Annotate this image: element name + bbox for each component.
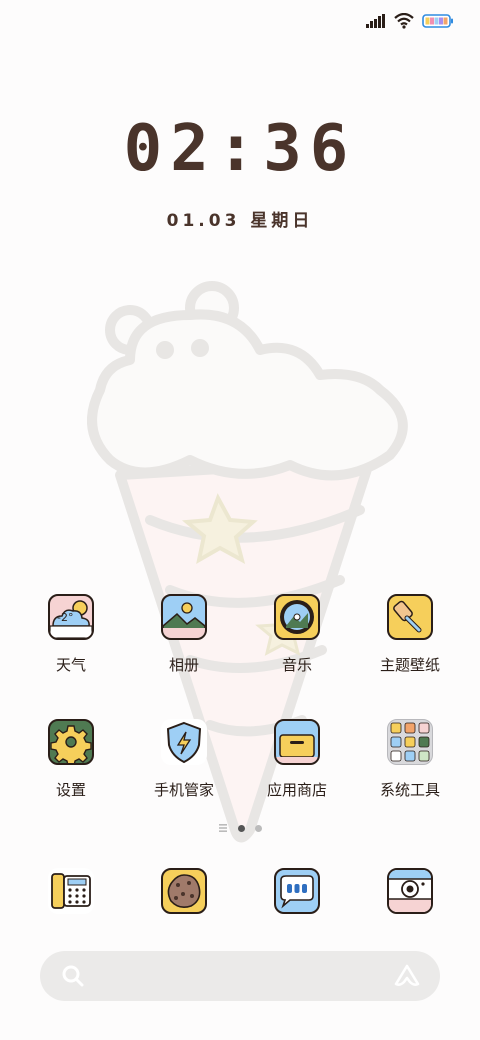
app-label: 应用商店 [266,781,327,799]
wallpaper-ice-cream-illustration [87,281,408,843]
messages-icon[interactable] [274,868,320,914]
app-store-icon [274,719,320,765]
app-theme-wallpaper[interactable]: 主题壁纸 [355,594,465,675]
app-music[interactable]: 音乐 [242,594,352,675]
wifi-icon [394,13,414,29]
status-bar [366,10,454,32]
app-label: 相册 [168,656,199,674]
page-dot [255,824,262,832]
music-icon [274,594,320,640]
app-label: 系统工具 [379,781,440,799]
security-shield-icon [161,719,207,765]
settings-gear-icon [48,719,94,765]
weather-temperature: -2° [57,611,74,624]
camera-icon[interactable] [387,868,433,914]
theme-wallpaper-icon [387,594,433,640]
app-system-tools[interactable]: 系统工具 [355,719,465,800]
app-gallery[interactable]: 相册 [129,594,239,675]
search-bar[interactable] [40,951,440,1001]
app-weather[interactable]: -2° 天气 [16,594,126,675]
app-label: 音乐 [281,656,312,674]
app-store[interactable]: 应用商店 [242,719,352,800]
app-label: 天气 [55,656,86,674]
signal-icon [366,14,385,28]
app-label: 设置 [55,781,86,799]
clock-date[interactable]: 01.03 星期日 [0,206,480,231]
app-phone-manager[interactable]: 手机管家 [129,719,239,800]
weather-icon: -2° [48,594,94,640]
app-settings[interactable]: 设置 [16,719,126,800]
phone-icon[interactable] [48,868,94,914]
system-tools-folder-icon [387,719,433,765]
assistant-icon[interactable] [394,964,420,988]
page-dot-active [238,824,245,832]
gallery-icon [161,594,207,640]
search-icon [62,965,84,987]
app-label: 手机管家 [153,781,214,799]
app-label: 主题壁纸 [379,656,440,674]
page-indicator-list-icon [219,824,227,832]
page-indicator[interactable] [0,823,480,833]
home-screen: 02:36 01.03 星期日 -2° 天气 相册 音乐 主题壁纸 设置 手机管… [0,0,480,1040]
browser-cookie-icon[interactable] [161,868,207,914]
clock-time[interactable]: 02:36 [0,112,480,186]
battery-icon [422,14,453,28]
